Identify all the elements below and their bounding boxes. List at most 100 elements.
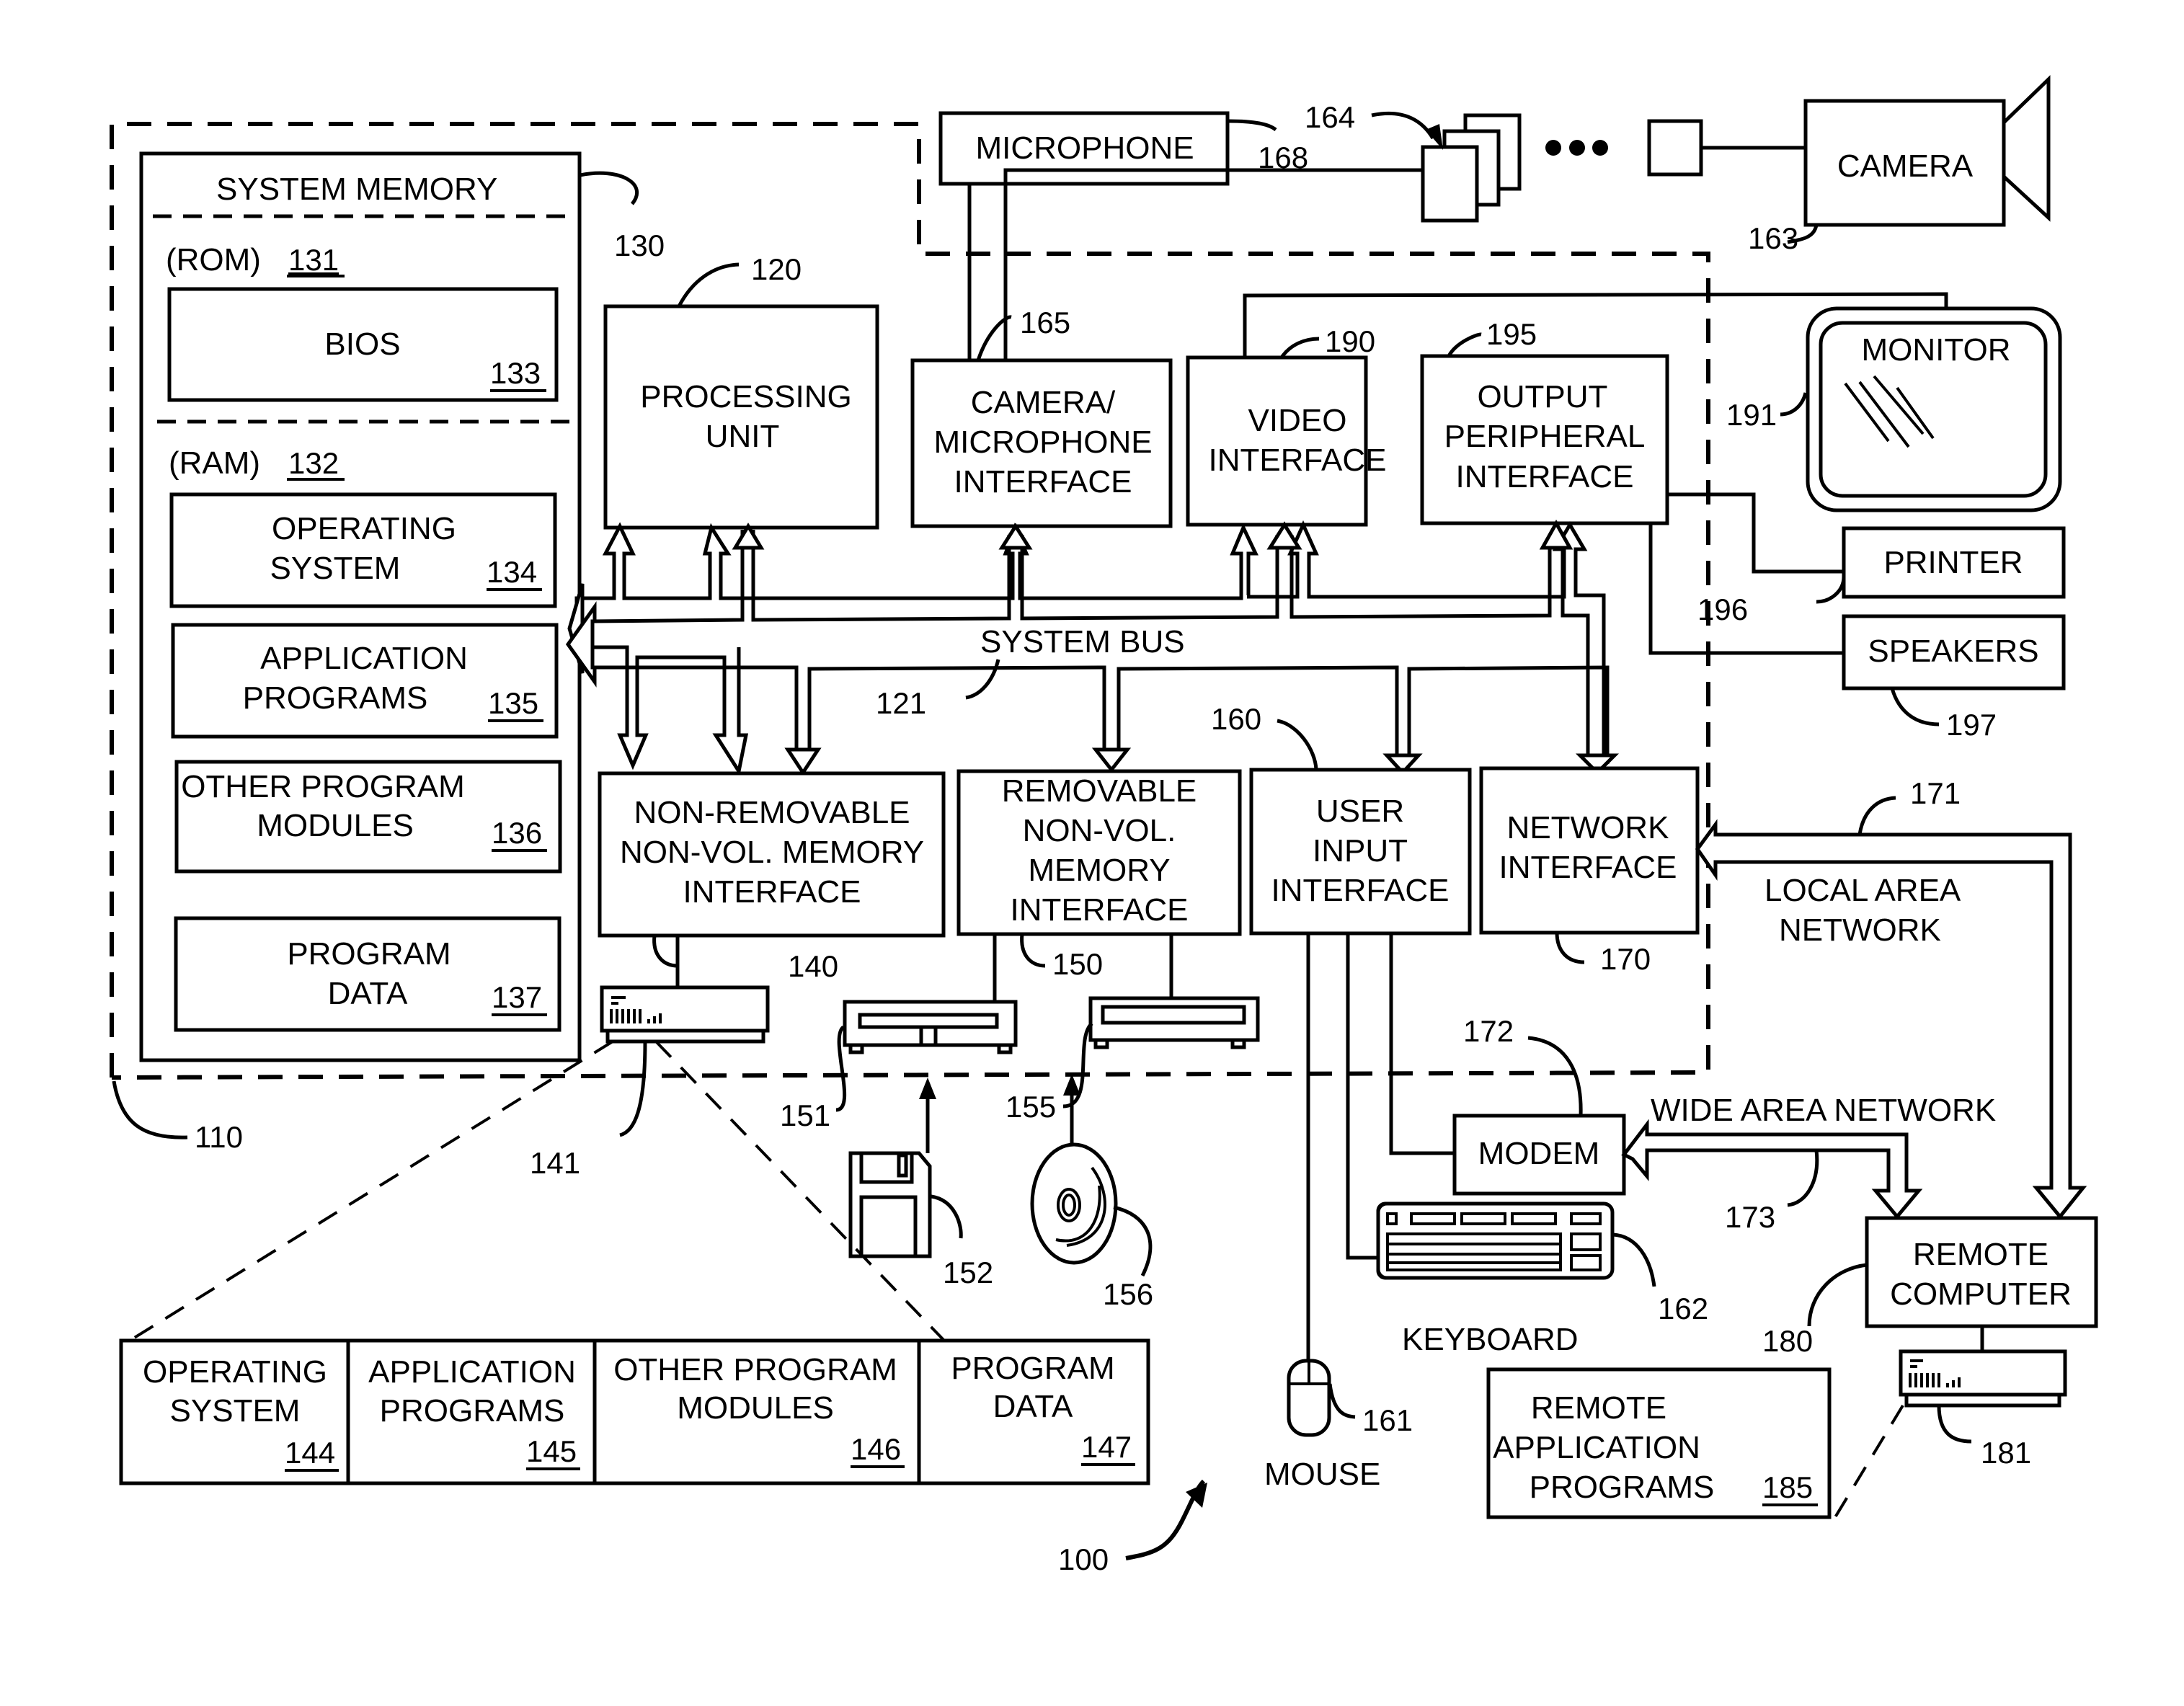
ram-item-application-programs[interactable]: APPLICATION PROGRAMS 135 (171, 623, 559, 739)
optical-disc-ref-leader (1113, 1205, 1153, 1277)
hard-disk-ref-leader (619, 1041, 647, 1137)
system-memory[interactable]: SYSTEM MEMORY (ROM) 131 BIOS 133 (RAM) 1… (139, 151, 582, 1062)
magnetic-disk-drive-icon[interactable] (843, 1000, 1018, 1054)
speakers-ref: 197 (1946, 708, 1997, 742)
video-interface[interactable]: VIDEO INTERFACE (1186, 355, 1386, 527)
ui-ref-leader (1277, 719, 1318, 770)
mouse-icon[interactable] (1287, 1359, 1331, 1437)
system-memory-ref: 130 (614, 228, 665, 262)
disk-item-line1: OTHER PROGRAM (613, 1352, 897, 1387)
remote-application-programs[interactable]: REMOTE APPLICATION PROGRAMS 185 (1486, 1367, 1832, 1519)
removable-memory-interface[interactable]: REMOVABLE NON-VOL. MEMORY INTERFACE (956, 769, 1242, 936)
processing-unit-ref-leader (677, 262, 740, 308)
microphone-label: MICROPHONE (975, 130, 1194, 166)
optical-disc-icon[interactable] (1030, 1142, 1118, 1265)
wan-ref-leader (1787, 1150, 1819, 1207)
keyboard-body[interactable] (1376, 1201, 1615, 1280)
item-ref: 136 (492, 816, 542, 850)
item-line2: MODULES (257, 808, 414, 843)
system-memory-title: SYSTEM MEMORY (216, 172, 497, 207)
printer[interactable]: PRINTER (1842, 526, 2066, 599)
video-if-line1: VIDEO (1248, 403, 1347, 438)
remote-apps-line2: APPLICATION (1493, 1430, 1700, 1465)
nr-ref: 140 (788, 949, 838, 983)
item-line1: PROGRAM (287, 936, 450, 972)
modem-label: MODEM (1478, 1136, 1600, 1171)
bios-box[interactable]: BIOS 133 (167, 287, 559, 402)
rm-line3: MEMORY (1028, 853, 1170, 888)
modem[interactable]: MODEM (1452, 1114, 1626, 1196)
ram-ref: 132 (288, 446, 339, 480)
camera-ref: 163 (1748, 221, 1798, 255)
ui-line2: INPUT (1313, 833, 1408, 868)
speakers-ref-leader (1890, 688, 1940, 727)
camera[interactable]: CAMERA (1803, 75, 2051, 227)
nr-line1: NON-REMOVABLE (634, 795, 910, 830)
floppy-disk-icon[interactable] (848, 1151, 932, 1258)
processing-unit-line2: UNIT (706, 419, 780, 454)
bus-arrow-video-if (1266, 521, 1302, 550)
microphone[interactable]: MICROPHONE (938, 111, 1230, 186)
lan-line1: LOCAL AREA (1764, 873, 1961, 908)
cameras-ref: 164 (1305, 100, 1355, 134)
printer-ref: 196 (1697, 592, 1748, 626)
processing-unit[interactable]: PROCESSING UNIT (603, 304, 879, 530)
remote-storage-icon[interactable] (1899, 1349, 2067, 1408)
remote-storage-ref: 181 (1981, 1436, 2031, 1470)
remote-apps-line3: PROGRAMS (1530, 1470, 1715, 1505)
lan-line2: NETWORK (1779, 912, 1941, 948)
item-line1: APPLICATION (260, 641, 468, 676)
network-interface[interactable]: NETWORK INTERFACE (1479, 766, 1700, 935)
cam-if-line1: CAMERA/ (971, 385, 1116, 420)
disk-item-line1: OPERATING (143, 1354, 327, 1390)
disk-contents-table: OPERATING SYSTEM 144 APPLICATION PROGRAM… (119, 1338, 1150, 1485)
remote-computer[interactable]: REMOTE COMPUTER (1865, 1216, 2098, 1328)
speakers[interactable]: SPEAKERS (1842, 614, 2066, 690)
disk-item-ref: 144 (285, 1436, 335, 1470)
ni-line2: INTERFACE (1499, 850, 1677, 885)
item-ref: 135 (488, 686, 538, 720)
disk-item-line2: MODULES (677, 1390, 834, 1426)
opi-line1: OUTPUT (1478, 379, 1608, 414)
output-peripheral-interface[interactable]: OUTPUT PERIPHERAL INTERFACE (1420, 354, 1669, 525)
rm-line1: REMOVABLE (1002, 773, 1197, 809)
monitor[interactable]: MONITOR (1806, 306, 2062, 512)
lan-ref: 171 (1910, 776, 1961, 810)
item-line2: PROGRAMS (243, 680, 428, 716)
ui-line1: USER (1316, 794, 1404, 829)
keyboard-label: KEYBOARD (1402, 1322, 1579, 1357)
speakers-wire (1648, 523, 1844, 655)
ram-item-other-program-modules[interactable]: OTHER PROGRAM MODULES 136 (174, 760, 562, 874)
computing-system-diagram: 110 SYSTEM MEMORY (ROM) 131 BIOS 133 (RA… (110, 75, 2098, 1576)
modem-wire (1389, 933, 1455, 1155)
wan-label: WIDE AREA NETWORK (1651, 1093, 1996, 1128)
hard-disk-drive-icon[interactable] (600, 985, 770, 1044)
system-bus-label: SYSTEM BUS (980, 624, 1185, 659)
computer-ref: 110 (195, 1120, 243, 1154)
remote-computer-line1: REMOTE (1913, 1237, 2048, 1272)
monitor-ref: 191 (1726, 398, 1777, 432)
mouse-ref-leader (1328, 1383, 1356, 1419)
system-bus-ref-leader (965, 659, 1000, 700)
lan-ref-leader (1857, 796, 1896, 835)
user-input-interface[interactable]: USER INPUT INTERFACE (1249, 768, 1472, 936)
nr-ref-leader (652, 935, 678, 968)
remote-computer-ref-leader (1807, 1263, 1868, 1327)
cam-if-line2: MICROPHONE (933, 425, 1152, 460)
camera-microphone-interface[interactable]: CAMERA/ MICROPHONE INTERFACE (910, 358, 1173, 528)
disk-item-line1: APPLICATION (368, 1354, 576, 1390)
printer-wire (1667, 492, 1844, 574)
opi-line3: INTERFACE (1456, 459, 1634, 494)
camera-array-icon[interactable] (1421, 113, 1703, 223)
computer-ref-leader (112, 1080, 188, 1139)
optical-disk-drive-icon[interactable] (1088, 996, 1260, 1049)
ui-ref: 160 (1211, 702, 1261, 736)
rm-ref: 150 (1052, 947, 1103, 981)
ram-item-operating-system[interactable]: OPERATING SYSTEM 134 (169, 492, 557, 608)
modem-ref: 172 (1463, 1014, 1514, 1048)
non-removable-memory-interface[interactable]: NON-REMOVABLE NON-VOL. MEMORY INTERFACE (598, 771, 946, 938)
ram-label: (RAM) (169, 445, 260, 481)
ram-item-program-data[interactable]: PROGRAM DATA 137 (174, 916, 561, 1032)
remote-computer-ref: 180 (1762, 1324, 1813, 1358)
remote-apps-expansion (1829, 1404, 1904, 1526)
